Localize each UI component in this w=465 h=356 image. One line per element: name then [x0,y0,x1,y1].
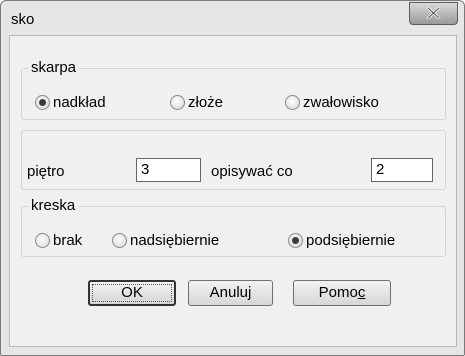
cancel-button[interactable]: Anuluj [188,280,273,306]
cancel-button-label: Anuluj [209,284,252,301]
close-icon [426,7,441,19]
radio-zloze[interactable]: złoże [170,93,223,111]
help-button[interactable]: Pomoc [293,280,391,306]
radio-label: nadkład [53,93,106,111]
radio-nadsiebiernie[interactable]: nadsiębiernie [112,231,219,249]
radio-indicator [35,94,50,110]
pietro-input[interactable]: 3 [136,158,201,182]
close-button[interactable] [409,2,458,25]
dialog-client-area: skarpa nadkład złoże zwałowisko piętro 3… [9,35,457,347]
kreska-group: kreska brak nadsiębiernie podsiębiernie [21,197,446,257]
radio-indicator [35,232,50,248]
help-button-label: Pomo [318,284,358,301]
window-title: sko [11,11,35,28]
radio-indicator [285,94,300,110]
numbering-group: piętro 3 opisywać co 2 [21,130,446,190]
radio-label: złoże [188,93,224,111]
pietro-label: piętro [27,163,65,180]
radio-indicator [112,232,127,248]
skarpa-group: skarpa nadkład złoże zwałowisko [21,59,446,120]
radio-zwalowisko[interactable]: zwałowisko [285,93,379,111]
title-bar[interactable]: sko [1,1,464,35]
radio-label: zwałowisko [303,93,379,111]
opisywac-label: opisywać co [211,163,293,180]
radio-indicator [170,94,185,110]
radio-nadklad[interactable]: nadkład [35,93,106,111]
dialog-window: sko skarpa nadkład złoże zwałowisko pięt… [0,0,465,356]
radio-podsiebiernie[interactable]: podsiębiernie [288,231,395,249]
kreska-legend: kreska [28,197,79,214]
opisywac-input[interactable]: 2 [371,158,433,182]
focus-ring [92,284,172,302]
ok-button[interactable]: OK [88,280,176,306]
radio-brak[interactable]: brak [35,231,82,249]
help-button-mnemonic: c [357,284,366,301]
radio-label: brak [53,231,83,249]
radio-label: podsiębiernie [306,231,396,249]
radio-indicator [288,232,303,248]
skarpa-legend: skarpa [28,59,80,76]
radio-label: nadsiębiernie [130,231,220,249]
